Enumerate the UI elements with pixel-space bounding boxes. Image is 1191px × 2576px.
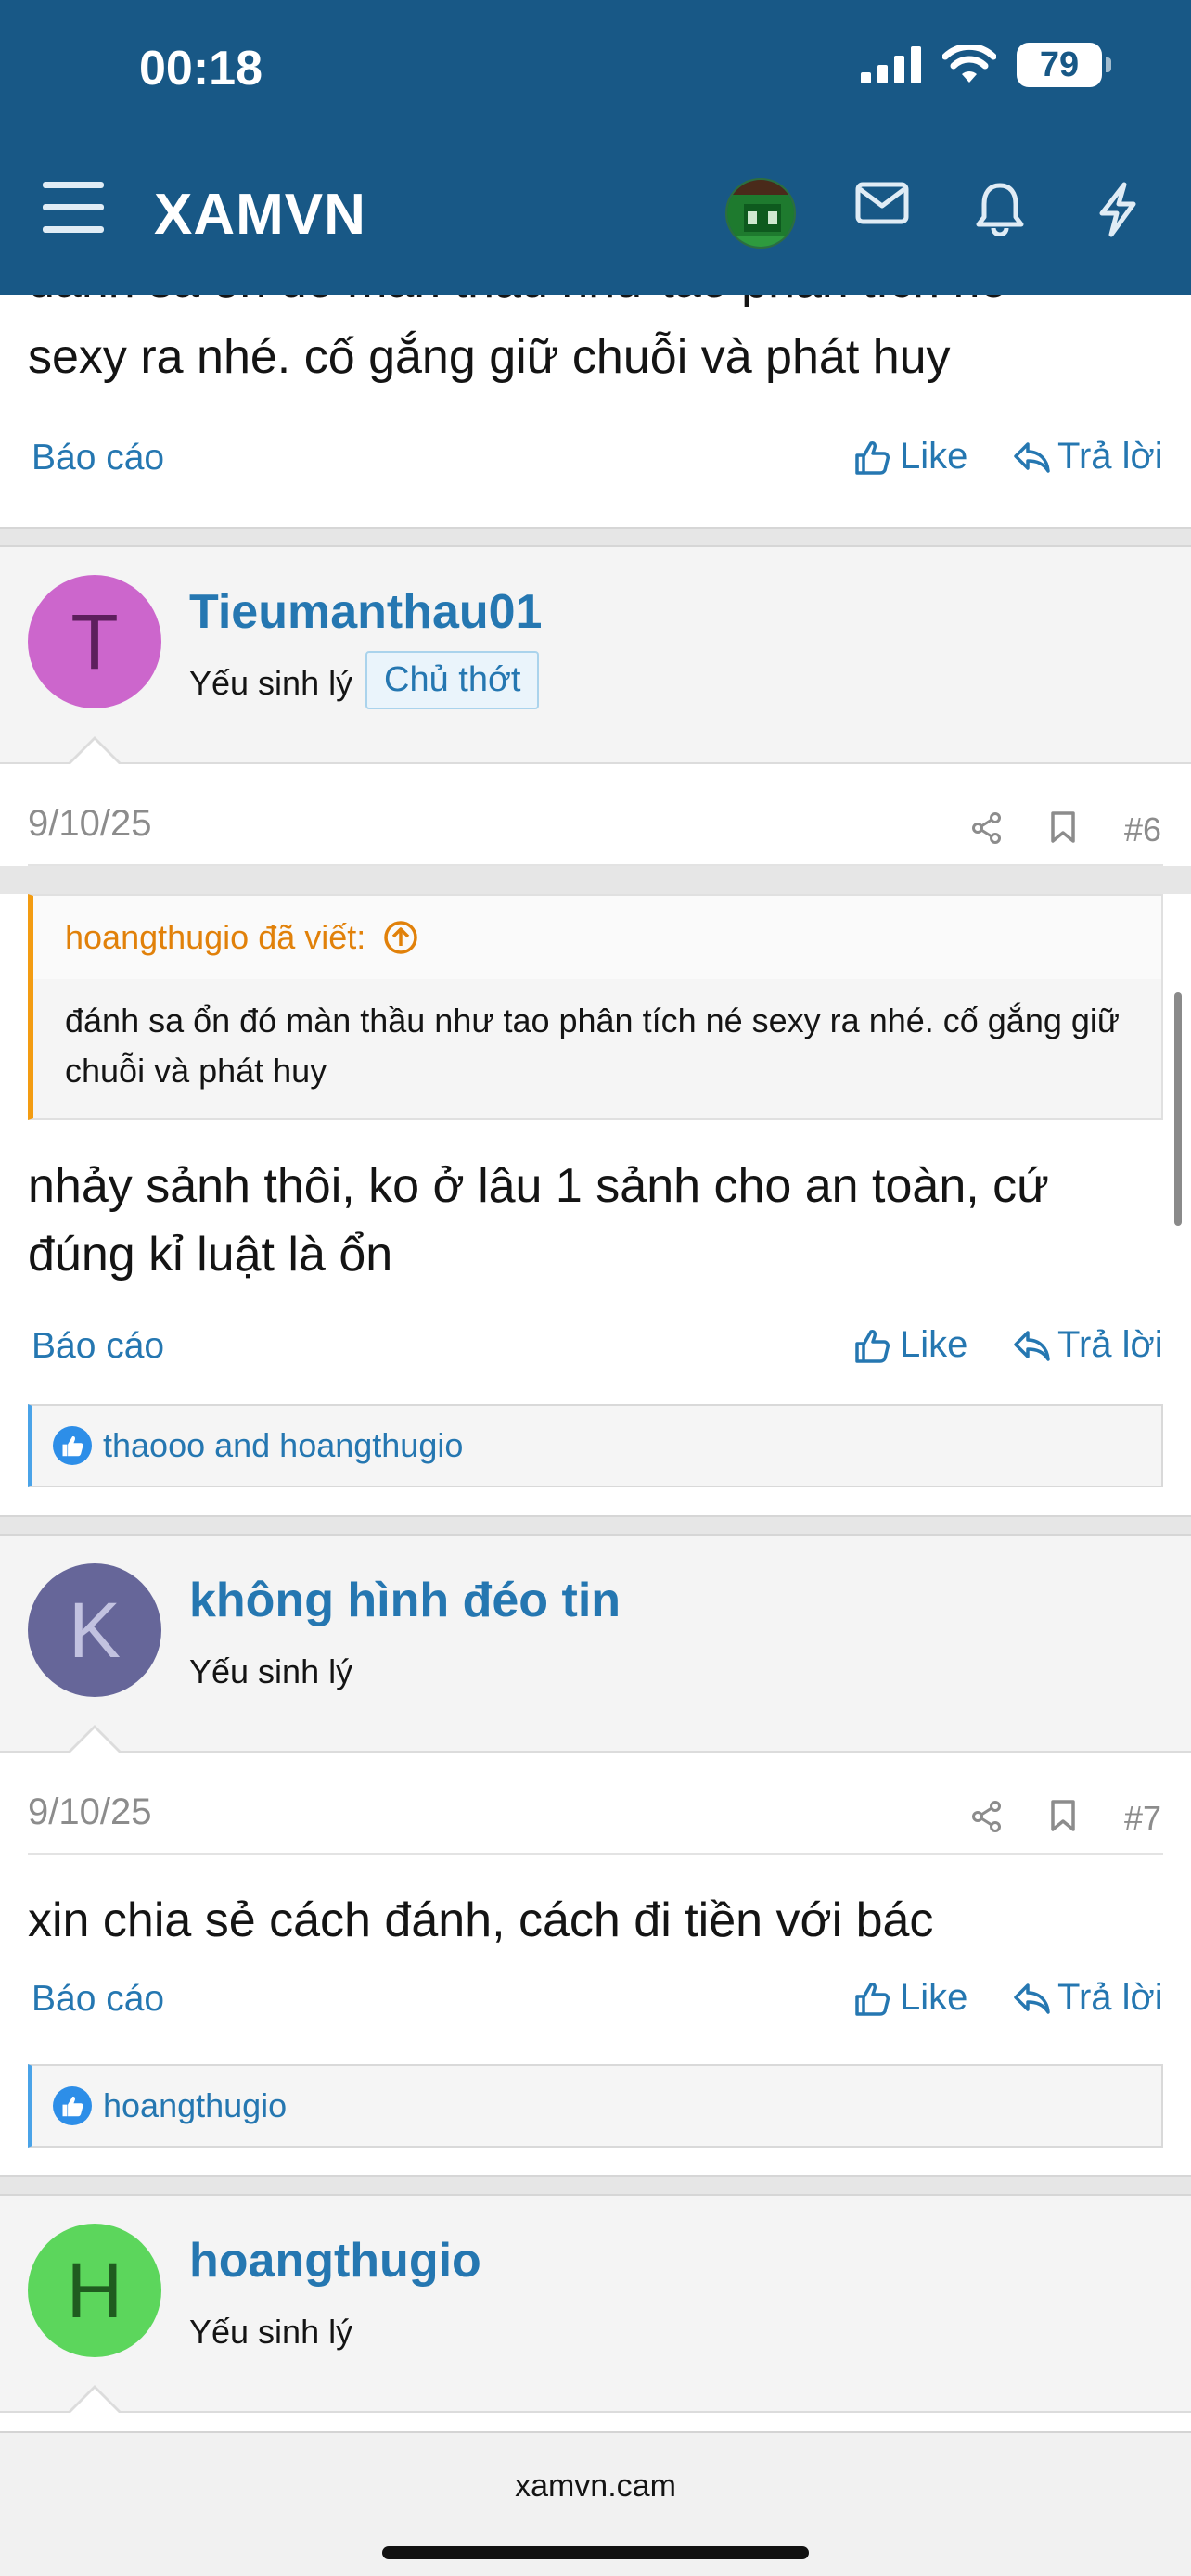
thread-starter-badge: Chủ thớt (365, 651, 540, 709)
post-6-meta: 9/10/25 #6 (0, 764, 1191, 866)
post-number[interactable]: #6 (1124, 810, 1161, 849)
post-number[interactable]: #7 (1124, 1799, 1161, 1838)
pointer-arrow-fill (70, 740, 119, 764)
quote-block: hoangthugio đã viết: đánh sa ổn đó màn t… (28, 894, 1163, 1120)
thumbs-up-icon (855, 1329, 890, 1363)
share-icon[interactable] (972, 1801, 1002, 1832)
user-title: Yếu sinh lý (189, 1652, 353, 1690)
share-icon[interactable] (972, 812, 1002, 844)
scrollbar[interactable] (1174, 992, 1182, 1226)
reply-label: Trả lời (1057, 1977, 1163, 2018)
bookmark-icon[interactable] (1050, 810, 1076, 844)
post-7-body: xin chia sẻ cách đánh, cách đi tiền với … (0, 1855, 1191, 1955)
like-label: Like (900, 1324, 968, 1365)
reply-arrow-icon (1014, 441, 1050, 473)
report-link[interactable]: Báo cáo (32, 1979, 164, 2020)
post-6-text: nhảy sảnh thôi, ko ở lâu 1 sảnh cho an t… (28, 1159, 1049, 1282)
post-separator (0, 527, 1191, 547)
reply-arrow-icon (1014, 1983, 1050, 2014)
thumbs-up-icon (855, 440, 890, 475)
post-5-text: sexy ra nhé. cố gắng giữ chuỗi và phát h… (28, 330, 951, 384)
report-link[interactable]: Báo cáo (32, 1326, 164, 1367)
post-7-text: xin chia sẻ cách đánh, cách đi tiền với … (28, 1894, 934, 1947)
like-label: Like (900, 1977, 968, 2018)
url-bar[interactable]: xamvn.cam (0, 2468, 1191, 2505)
wifi-icon (942, 45, 996, 83)
reply-button[interactable]: Trả lời (1013, 1977, 1163, 2019)
like-reaction-icon (53, 2086, 92, 2125)
browser-bottom-bar: xamvn.cam (0, 2431, 1191, 2576)
pointer-arrow-fill (70, 2389, 119, 2413)
app-header: 00:18 79 XAMVN (0, 0, 1191, 295)
arrow-up-circle-icon[interactable] (382, 919, 419, 956)
user-avatar-menu[interactable] (725, 178, 796, 249)
like-label: Like (900, 436, 968, 477)
thread-content: đánh sa ổn đó màn thầu như tao phân tích… (0, 295, 1191, 2576)
lightning-icon[interactable] (1096, 182, 1139, 237)
like-button[interactable]: Like (853, 1977, 967, 2019)
pointer-arrow-fill (70, 1728, 119, 1753)
username[interactable]: Tieumanthau01 (189, 584, 542, 640)
quote-text: đánh sa ổn đó màn thầu như tao phân tích… (65, 1001, 1120, 1090)
like-button[interactable]: Like (853, 436, 967, 478)
post-8-user: H hoangthugio Yếu sinh lý (0, 2196, 1191, 2413)
status-time: 00:18 (139, 42, 263, 96)
user-title: Yếu sinh lý (189, 2313, 353, 2351)
divider (28, 864, 1163, 866)
post-5-text-clipped: đánh sa ổn đó màn thầu như tao phân tích… (0, 295, 1034, 315)
post-6-user: T Tieumanthau01 Yếu sinh lý Chủ thớt (0, 547, 1191, 764)
reply-arrow-icon (1014, 1330, 1050, 1361)
home-indicator[interactable] (382, 2546, 809, 2559)
mail-icon[interactable] (855, 182, 909, 224)
post-7-reactions-wrap: hoangthugio (0, 2064, 1191, 2175)
post-6-reactions-wrap: thaooo and hoangthugio (0, 1404, 1191, 1515)
report-link[interactable]: Báo cáo (32, 438, 164, 478)
user-title: Yếu sinh lý (189, 664, 353, 702)
battery-indicator: 79 (1017, 43, 1111, 87)
avatar[interactable]: T (28, 575, 161, 708)
reply-button[interactable]: Trả lời (1013, 436, 1163, 478)
quote-header[interactable]: hoangthugio đã viết: (33, 896, 1161, 979)
quote-author: hoangthugio (65, 918, 250, 956)
reactions-bar[interactable]: hoangthugio (28, 2064, 1163, 2148)
username[interactable]: hoangthugio (189, 2233, 481, 2289)
reply-button[interactable]: Trả lời (1013, 1324, 1163, 1366)
site-logo[interactable]: XAMVN (154, 182, 366, 248)
post-7-meta: 9/10/25 #7 (0, 1753, 1191, 1855)
reply-label: Trả lời (1057, 436, 1163, 477)
divider (28, 1853, 1163, 1855)
reactions-bar[interactable]: thaooo and hoangthugio (28, 1404, 1163, 1487)
post-7-actions: Báo cáo Like Trả lời (0, 1955, 1191, 2064)
post-separator (0, 1515, 1191, 1536)
reactions-text[interactable]: hoangthugio (103, 2086, 287, 2125)
like-reaction-icon (53, 1426, 92, 1465)
post-5-actions: Báo cáo Like Trả lời (0, 408, 1191, 527)
post-date[interactable]: 9/10/25 (28, 1792, 151, 1833)
reactions-text[interactable]: thaooo and hoangthugio (103, 1426, 463, 1465)
post-6-body: hoangthugio đã viết: đánh sa ổn đó màn t… (0, 894, 1191, 1289)
avatar[interactable]: H (28, 2224, 161, 2357)
bookmark-icon[interactable] (1050, 1799, 1076, 1832)
like-button[interactable]: Like (853, 1324, 967, 1366)
status-icons: 79 (861, 43, 1111, 87)
reply-label: Trả lời (1057, 1324, 1163, 1365)
avatar[interactable]: K (28, 1563, 161, 1697)
bell-icon[interactable] (976, 182, 1024, 236)
thumbs-up-icon (855, 1982, 890, 2016)
post-date[interactable]: 9/10/25 (28, 803, 151, 845)
post-6-actions: Báo cáo Like Trả lời (0, 1289, 1191, 1404)
post-7-user: K không hình đéo tin Yếu sinh lý (0, 1536, 1191, 1753)
post-separator (0, 2175, 1191, 2196)
signal-icon (861, 46, 921, 83)
quote-suffix: đã viết: (258, 918, 366, 956)
post-5-body: đánh sa ổn đó màn thầu như tao phân tích… (0, 295, 1191, 408)
username[interactable]: không hình đéo tin (189, 1573, 621, 1628)
menu-icon[interactable] (43, 182, 104, 234)
